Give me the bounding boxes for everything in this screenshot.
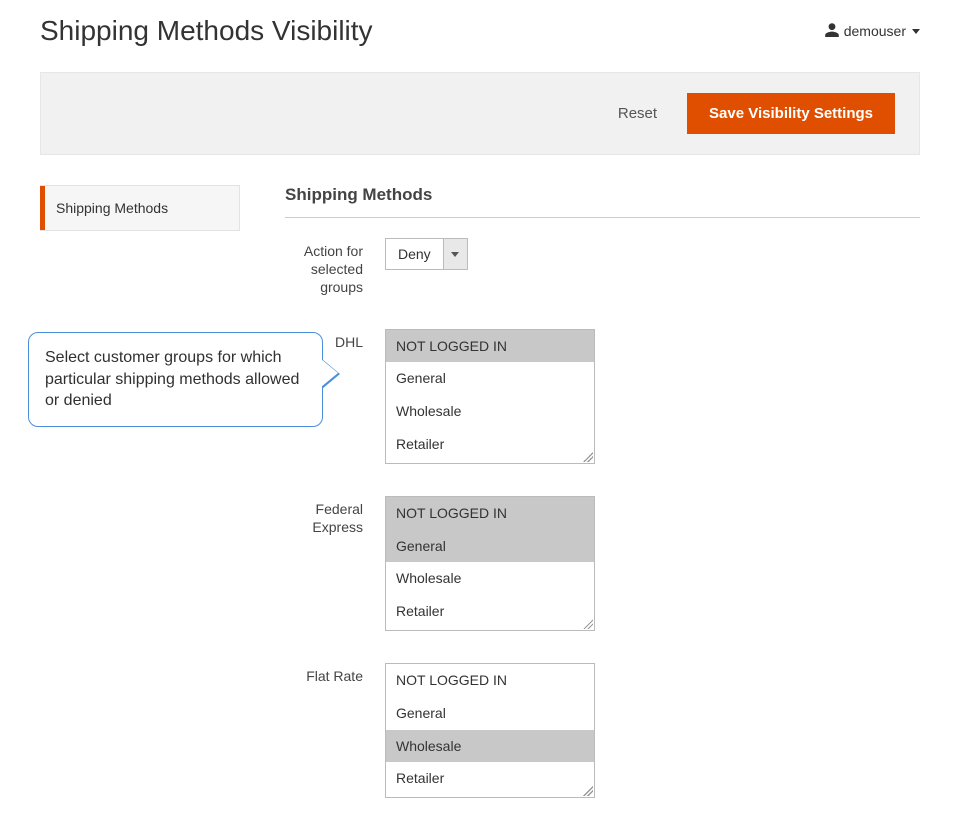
list-item[interactable]: General bbox=[386, 530, 594, 563]
list-item[interactable]: Retailer bbox=[386, 595, 594, 628]
list-item[interactable]: Wholesale bbox=[386, 562, 594, 595]
resize-grip-icon[interactable] bbox=[583, 786, 593, 796]
reset-button[interactable]: Reset bbox=[618, 105, 657, 122]
tab-shipping-methods[interactable]: Shipping Methods bbox=[40, 185, 240, 231]
callout-tooltip: Select customer groups for which particu… bbox=[28, 332, 323, 427]
action-select-value: Deny bbox=[386, 239, 443, 269]
page-title: Shipping Methods Visibility bbox=[40, 15, 373, 47]
user-menu[interactable]: demouser bbox=[825, 23, 920, 40]
action-bar: Reset Save Visibility Settings bbox=[40, 72, 920, 155]
action-select[interactable]: Deny bbox=[385, 238, 468, 270]
flatrate-groups-select[interactable]: NOT LOGGED INGeneralWholesaleRetailer bbox=[385, 663, 595, 798]
list-item[interactable]: NOT LOGGED IN bbox=[386, 664, 594, 697]
action-for-selected-groups-label: Action for selected groups bbox=[285, 238, 385, 297]
save-visibility-settings-button[interactable]: Save Visibility Settings bbox=[687, 93, 895, 134]
fedex-groups-select[interactable]: NOT LOGGED INGeneralWholesaleRetailer bbox=[385, 496, 595, 631]
chevron-down-icon bbox=[443, 239, 467, 269]
list-item[interactable]: Wholesale bbox=[386, 395, 594, 428]
list-item[interactable]: General bbox=[386, 697, 594, 730]
dhl-groups-select[interactable]: NOT LOGGED INGeneralWholesaleRetailer bbox=[385, 329, 595, 464]
resize-grip-icon[interactable] bbox=[583, 452, 593, 462]
section-title: Shipping Methods bbox=[285, 185, 920, 218]
resize-grip-icon[interactable] bbox=[583, 619, 593, 629]
user-name: demouser bbox=[844, 23, 906, 39]
federal-express-label: Federal Express bbox=[285, 496, 385, 536]
user-icon bbox=[825, 23, 839, 40]
list-item[interactable]: General bbox=[386, 362, 594, 395]
list-item[interactable]: NOT LOGGED IN bbox=[386, 497, 594, 530]
list-item[interactable]: Retailer bbox=[386, 428, 594, 461]
list-item[interactable]: Wholesale bbox=[386, 730, 594, 763]
list-item[interactable]: Retailer bbox=[386, 762, 594, 795]
caret-down-icon bbox=[912, 29, 920, 34]
list-item[interactable]: NOT LOGGED IN bbox=[386, 330, 594, 363]
flat-rate-label: Flat Rate bbox=[285, 663, 385, 685]
